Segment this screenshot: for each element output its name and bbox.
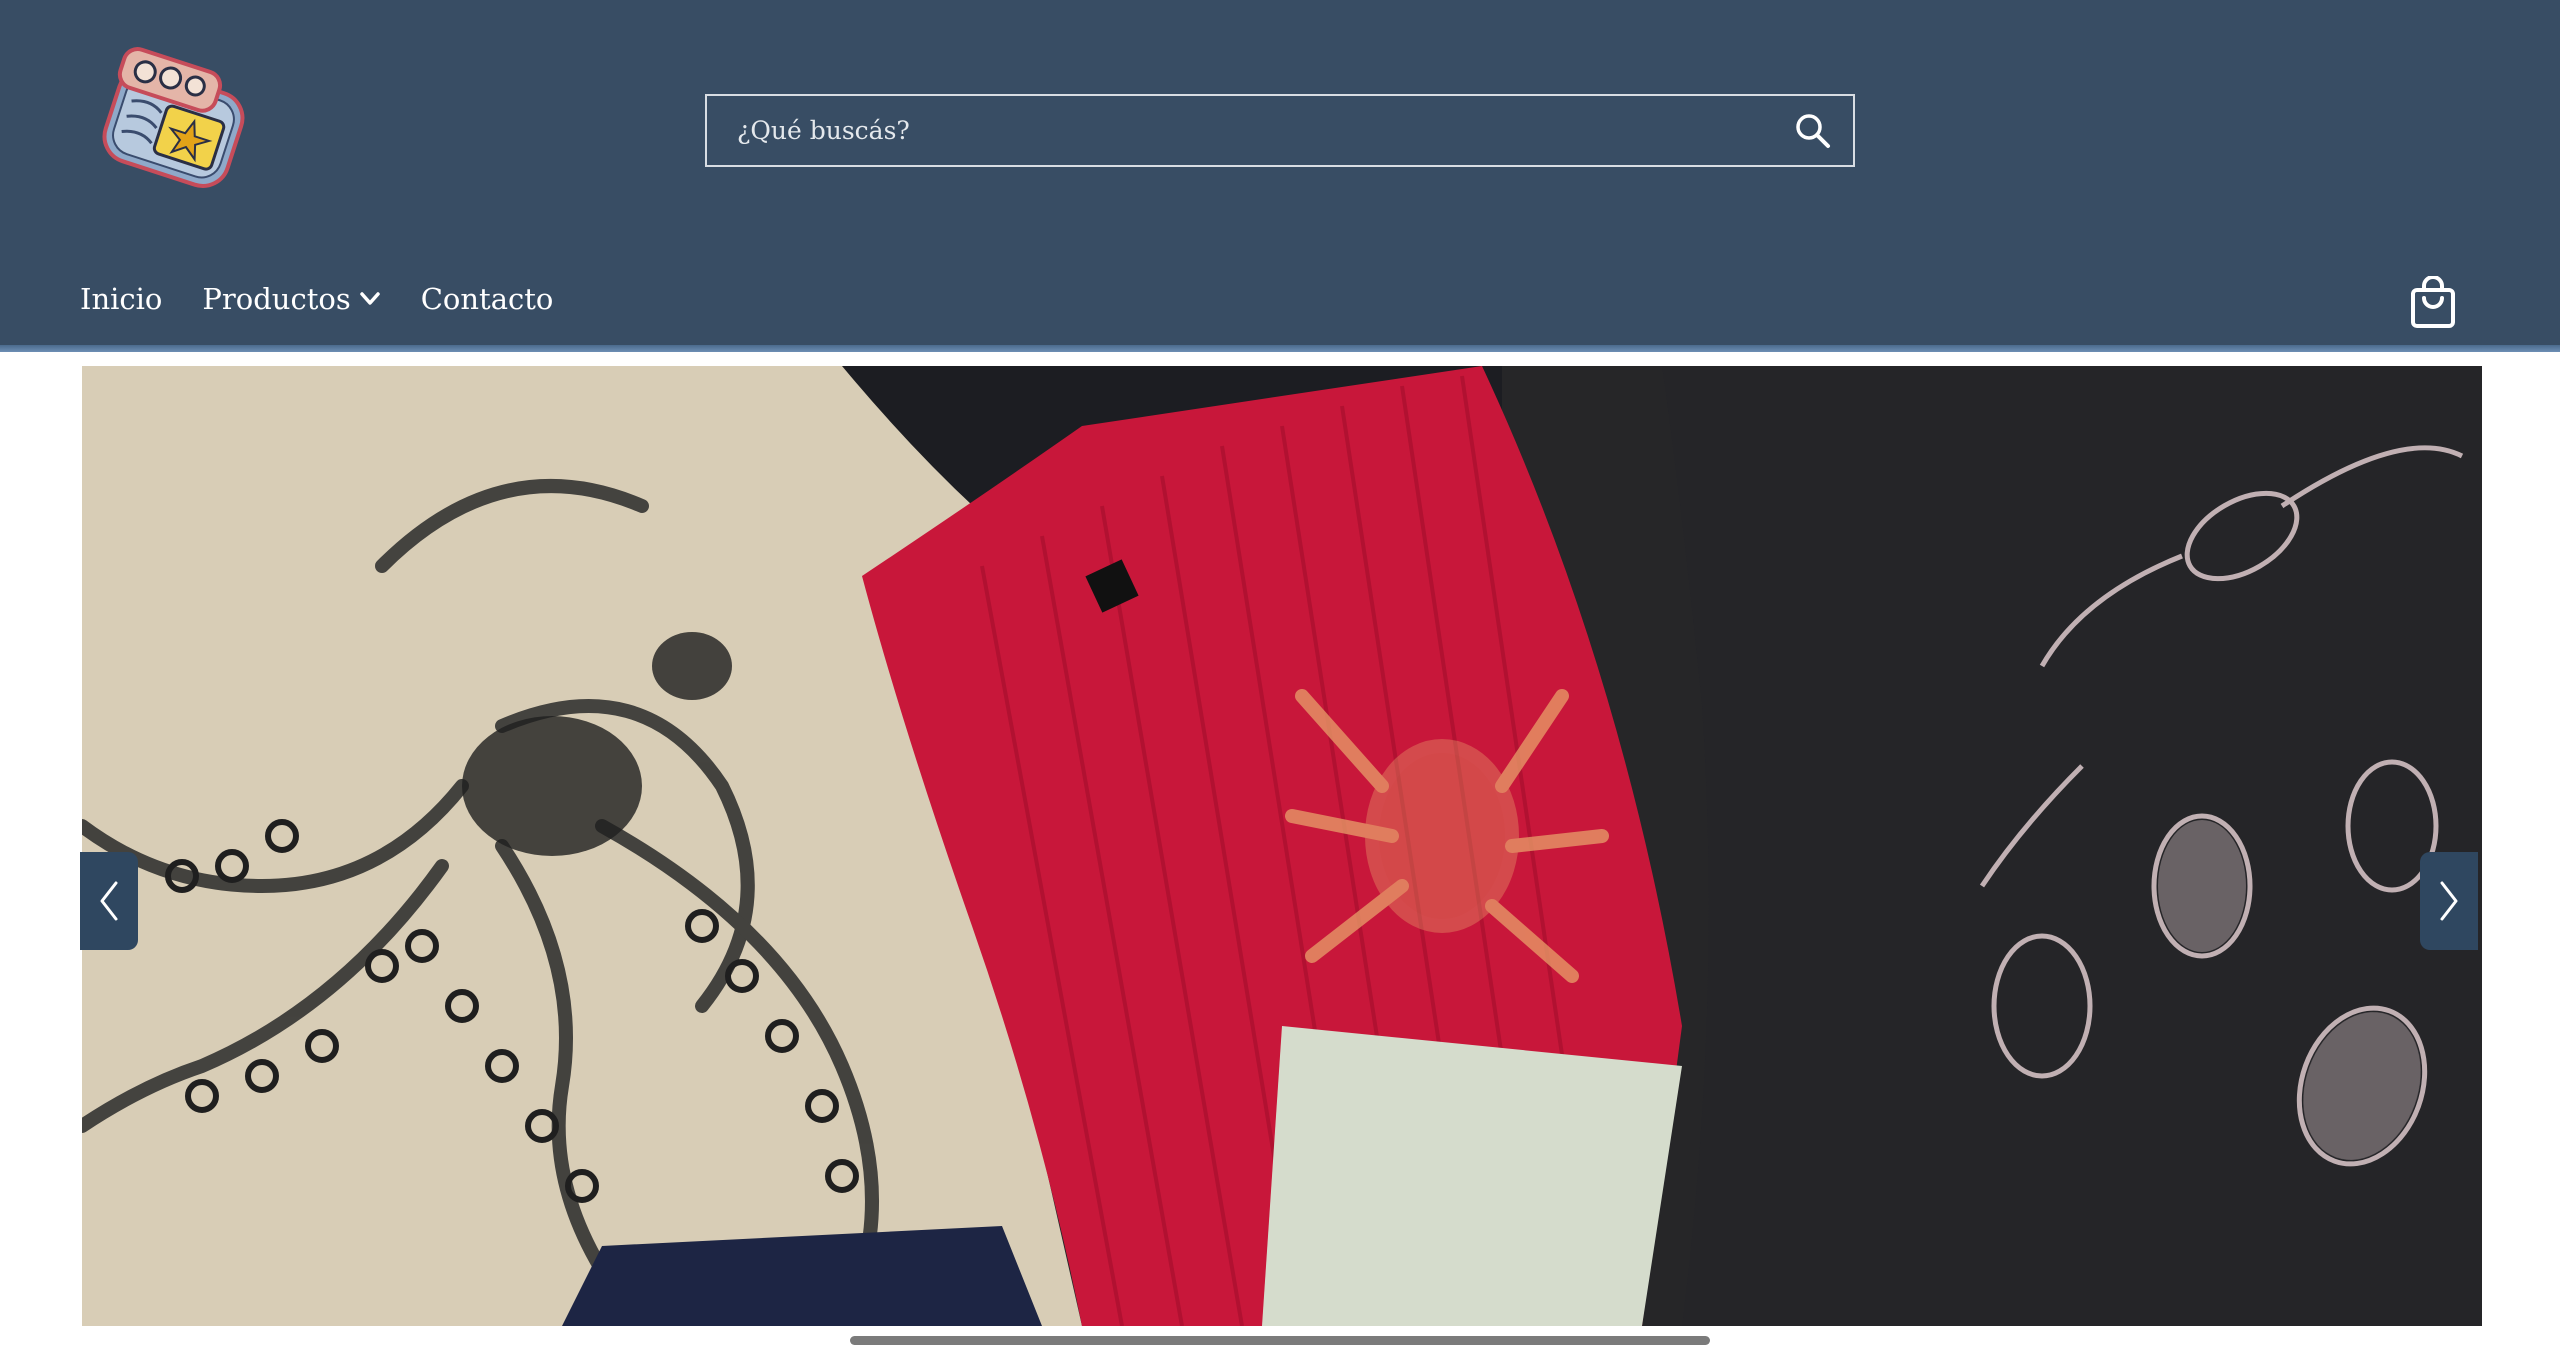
- sardine-tin-logo-icon: [102, 47, 245, 188]
- site-header: Inicio Productos Contacto: [0, 0, 2560, 352]
- slider-prev-button[interactable]: [80, 852, 138, 950]
- horizontal-scrollbar[interactable]: [850, 1336, 1710, 1345]
- clothing-photo-icon: [82, 366, 2482, 1326]
- nav-item-productos[interactable]: Productos: [202, 282, 380, 316]
- chevron-right-icon: [2440, 881, 2458, 921]
- cart-button[interactable]: [2404, 272, 2462, 334]
- header-accent-bar: [0, 345, 2560, 352]
- nav-item-label: Inicio: [80, 282, 163, 316]
- slider-next-button[interactable]: [2420, 852, 2478, 950]
- nav-item-contacto[interactable]: Contacto: [421, 282, 554, 316]
- main-nav: Inicio Productos Contacto: [80, 282, 593, 316]
- search-icon: [1796, 113, 1830, 148]
- chevron-left-icon: [100, 881, 118, 921]
- nav-item-label: Contacto: [420, 282, 554, 316]
- nav-item-label: Productos: [202, 282, 351, 316]
- nav-item-inicio[interactable]: Inicio: [80, 282, 162, 316]
- shopping-bag-icon: [2411, 276, 2455, 328]
- hero-slide-image: [82, 366, 2482, 1326]
- search-input[interactable]: [707, 96, 1773, 165]
- search-button[interactable]: [1773, 96, 1853, 165]
- site-logo[interactable]: [92, 46, 260, 206]
- search-bar: [705, 94, 1855, 167]
- chevron-down-icon: [359, 291, 381, 307]
